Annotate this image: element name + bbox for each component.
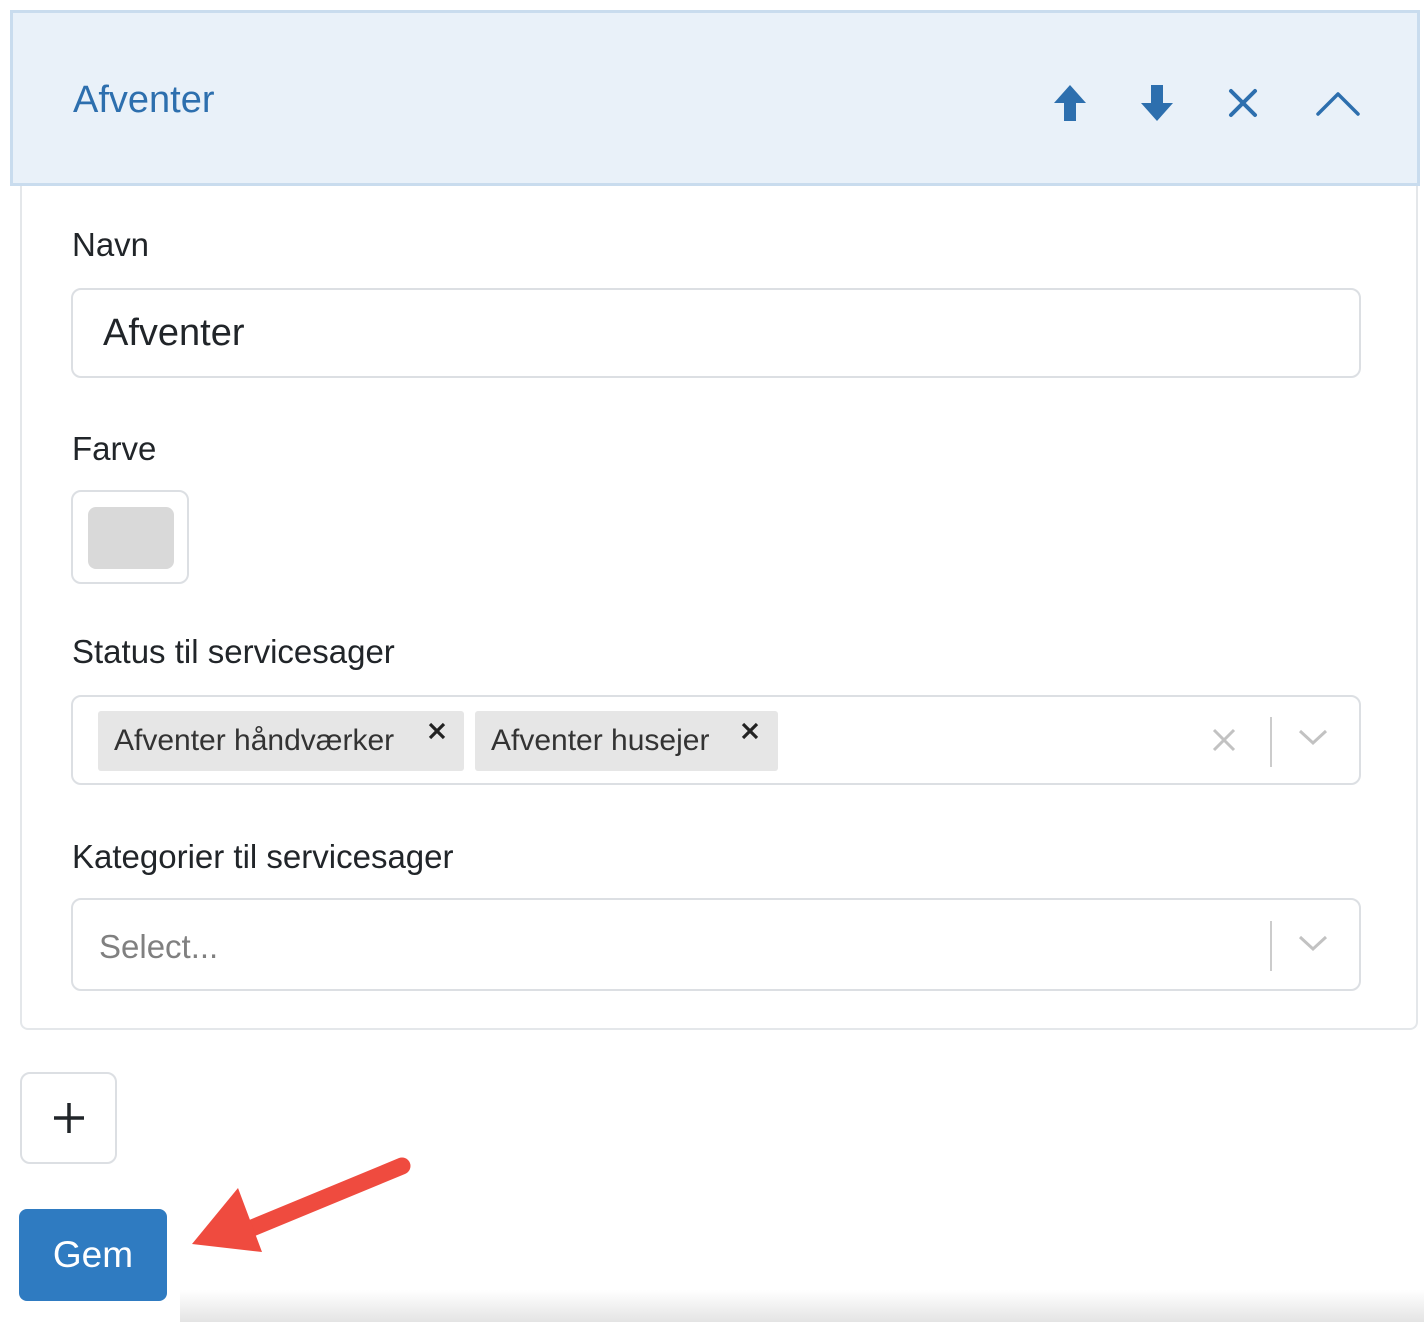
color-swatch xyxy=(88,507,174,569)
category-placeholder: Select... xyxy=(99,928,219,965)
chevron-down-icon xyxy=(1298,729,1328,746)
arrow-up-icon xyxy=(1054,85,1086,121)
name-field[interactable] xyxy=(71,288,1361,378)
indicator-separator xyxy=(1270,717,1272,767)
status-label: Status til servicesager xyxy=(72,633,395,670)
status-select[interactable]: Afventer håndværker Afventer husejer xyxy=(71,695,1361,785)
move-up-button[interactable] xyxy=(1048,81,1092,125)
chevron-up-icon xyxy=(1316,92,1360,116)
category-dropdown-toggle[interactable] xyxy=(1297,933,1333,963)
clear-all-button[interactable] xyxy=(1211,727,1241,757)
name-label: Navn xyxy=(72,226,150,263)
save-button[interactable]: Gem xyxy=(19,1209,167,1301)
plus-icon xyxy=(53,1103,84,1133)
add-status-button[interactable] xyxy=(20,1072,117,1164)
indicator-separator xyxy=(1270,921,1272,971)
category-label: Kategorier til servicesager xyxy=(72,838,454,875)
close-icon xyxy=(428,722,446,740)
arrow-down-icon xyxy=(1141,85,1173,121)
status-tag-label: Afventer husejer xyxy=(491,724,710,757)
collapse-button[interactable] xyxy=(1313,81,1363,125)
remove-tag-button[interactable] xyxy=(730,711,770,751)
status-dropdown-toggle[interactable] xyxy=(1297,727,1333,757)
color-label: Farve xyxy=(72,430,157,467)
clear-icon xyxy=(1212,728,1236,752)
card-header: Afventer xyxy=(10,10,1420,186)
status-tag: Afventer håndværker xyxy=(98,711,464,771)
name-input[interactable] xyxy=(103,290,1303,376)
bottom-fade xyxy=(180,1290,1424,1322)
category-select[interactable]: Select... xyxy=(71,898,1361,991)
move-down-button[interactable] xyxy=(1135,81,1179,125)
remove-tag-button[interactable] xyxy=(417,711,457,751)
close-icon xyxy=(741,722,759,740)
annotation-arrow-icon xyxy=(192,1157,411,1252)
card-title: Afventer xyxy=(73,79,215,121)
remove-button[interactable] xyxy=(1221,81,1265,125)
color-picker[interactable] xyxy=(71,490,189,584)
status-tag-label: Afventer håndværker xyxy=(114,724,395,757)
close-icon xyxy=(1229,89,1257,117)
chevron-down-icon xyxy=(1298,935,1328,952)
